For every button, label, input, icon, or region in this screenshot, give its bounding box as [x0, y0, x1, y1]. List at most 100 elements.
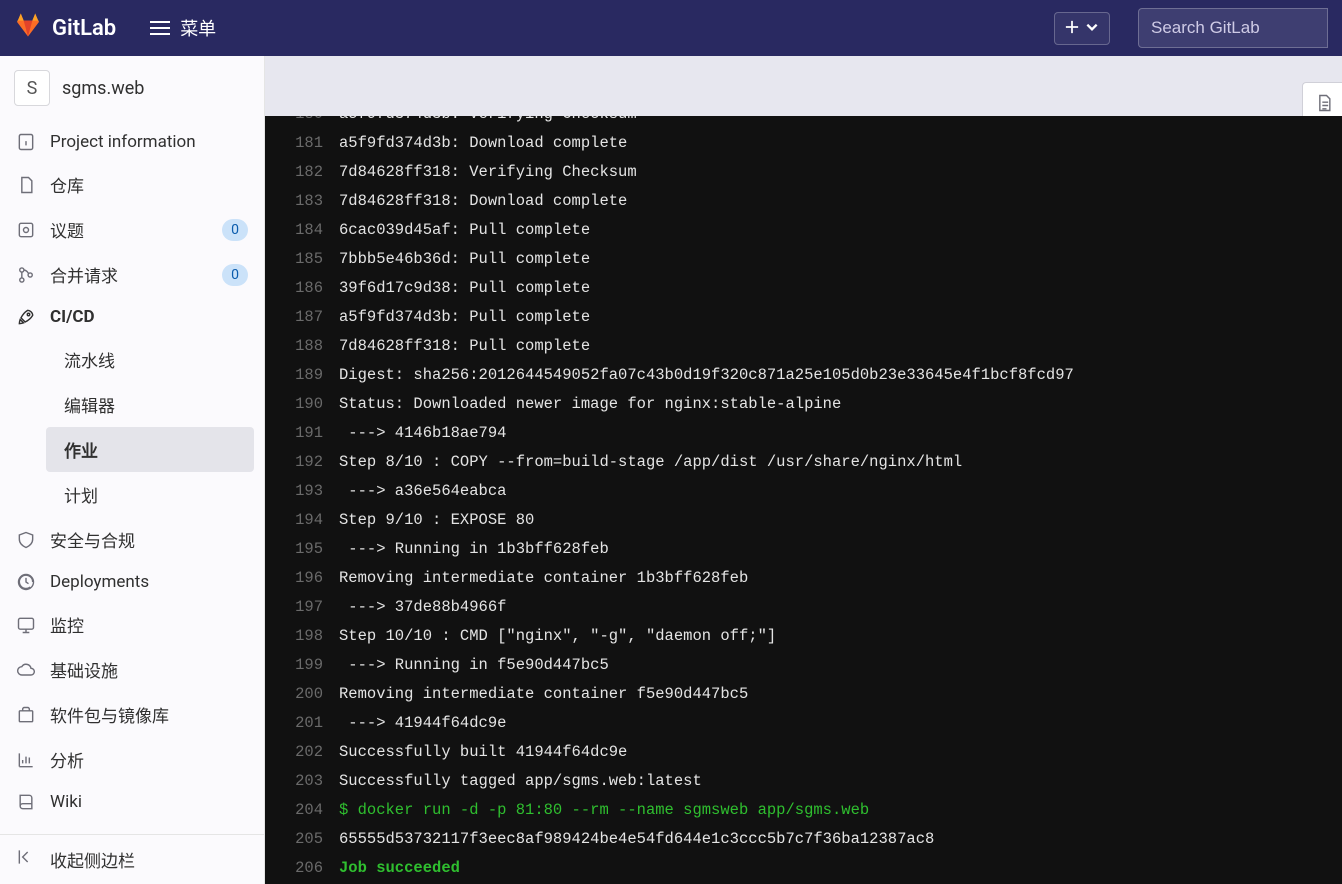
- sidebar-item-snippets[interactable]: 代码片段: [0, 822, 264, 834]
- line-text: Status: Downloaded newer image for nginx…: [339, 390, 1326, 419]
- line-text: ---> 37de88b4966f: [339, 593, 1326, 622]
- sidebar: S sgms.web Project information仓库议题0合并请求0…: [0, 56, 265, 884]
- line-number: 205: [281, 825, 339, 854]
- log-line: 193 ---> a36e564eabca: [281, 477, 1326, 506]
- line-number: 188: [281, 332, 339, 361]
- sidebar-item-label: 基础设施: [50, 657, 118, 682]
- chart-icon: [16, 750, 36, 770]
- line-text: a5f9fd374d3b: Pull complete: [339, 303, 1326, 332]
- line-number: 200: [281, 680, 339, 709]
- line-number: 182: [281, 158, 339, 187]
- log-line: 180a5f9fd374d3b: Verifying Checksum: [281, 116, 1326, 129]
- line-number: 196: [281, 564, 339, 593]
- log-line: 202Successfully built 41944f64dc9e: [281, 738, 1326, 767]
- line-text: Step 10/10 : CMD ["nginx", "-g", "daemon…: [339, 622, 1326, 651]
- sidebar-subitem-editor[interactable]: 编辑器: [50, 382, 264, 427]
- line-text: Removing intermediate container f5e90d44…: [339, 680, 1326, 709]
- merge-icon: [16, 265, 36, 285]
- collapse-sidebar-button[interactable]: 收起侧边栏: [0, 834, 264, 884]
- log-line: 195 ---> Running in 1b3bff628feb: [281, 535, 1326, 564]
- sidebar-nav: Project information仓库议题0合并请求0CI/CD流水线编辑器…: [0, 122, 264, 834]
- top-nav: GitLab 菜单: [0, 0, 1342, 56]
- sidebar-item-issues[interactable]: 议题0: [0, 207, 264, 252]
- log-line: 199 ---> Running in f5e90d447bc5: [281, 651, 1326, 680]
- log-line: 197 ---> 37de88b4966f: [281, 593, 1326, 622]
- plus-icon: [1065, 19, 1079, 38]
- project-name: sgms.web: [62, 78, 144, 99]
- sidebar-scroll[interactable]: S sgms.web Project information仓库议题0合并请求0…: [0, 56, 264, 834]
- line-number: 199: [281, 651, 339, 680]
- sidebar-item-monitor[interactable]: 监控: [0, 602, 264, 647]
- collapse-icon: [16, 847, 36, 872]
- sidebar-item-wiki[interactable]: Wiki: [0, 782, 264, 822]
- job-log[interactable]: 180a5f9fd374d3b: Verifying Checksum181a5…: [265, 116, 1342, 884]
- sidebar-subitem-jobs[interactable]: 作业: [46, 427, 254, 472]
- log-line: 189Digest: sha256:2012644549052fa07c43b0…: [281, 361, 1326, 390]
- sidebar-item-proj-info[interactable]: Project information: [0, 122, 264, 162]
- line-number: 206: [281, 854, 339, 883]
- main-panel: 180a5f9fd374d3b: Verifying Checksum181a5…: [265, 56, 1342, 884]
- line-text: Job succeeded: [339, 854, 1326, 883]
- sidebar-item-security[interactable]: 安全与合规: [0, 517, 264, 562]
- line-number: 202: [281, 738, 339, 767]
- line-text: 7d84628ff318: Verifying Checksum: [339, 158, 1326, 187]
- file-icon: [16, 175, 36, 195]
- line-text: ---> 4146b18ae794: [339, 419, 1326, 448]
- package-icon: [16, 705, 36, 725]
- line-text: ---> a36e564eabca: [339, 477, 1326, 506]
- line-number: 184: [281, 216, 339, 245]
- line-number: 180: [281, 116, 339, 129]
- log-line: 190Status: Downloaded newer image for ng…: [281, 390, 1326, 419]
- new-button[interactable]: [1054, 12, 1110, 45]
- book-icon: [16, 792, 36, 812]
- line-text: Digest: sha256:2012644549052fa07c43b0d19…: [339, 361, 1326, 390]
- sidebar-item-packages[interactable]: 软件包与镜像库: [0, 692, 264, 737]
- line-number: 194: [281, 506, 339, 535]
- line-number: 197: [281, 593, 339, 622]
- log-line: 201 ---> 41944f64dc9e: [281, 709, 1326, 738]
- sidebar-subitem-pipelines[interactable]: 流水线: [50, 337, 264, 382]
- brand-text: GitLab: [52, 16, 116, 41]
- issues-icon: [16, 220, 36, 240]
- line-text: 65555d53732117f3eec8af989424be4e54fd644e…: [339, 825, 1326, 854]
- sidebar-subitem-schedules[interactable]: 计划: [50, 472, 264, 517]
- log-line: 194Step 9/10 : EXPOSE 80: [281, 506, 1326, 535]
- line-number: 201: [281, 709, 339, 738]
- chevron-down-icon: [1085, 19, 1099, 38]
- sidebar-item-deployments[interactable]: Deployments: [0, 562, 264, 602]
- line-text: Removing intermediate container 1b3bff62…: [339, 564, 1326, 593]
- line-text: Step 9/10 : EXPOSE 80: [339, 506, 1326, 535]
- project-avatar: S: [14, 70, 50, 106]
- brand[interactable]: GitLab: [14, 12, 116, 44]
- log-line: 196Removing intermediate container 1b3bf…: [281, 564, 1326, 593]
- line-number: 193: [281, 477, 339, 506]
- line-number: 189: [281, 361, 339, 390]
- line-text: a5f9fd374d3b: Verifying Checksum: [339, 116, 1326, 129]
- gitlab-logo-icon: [14, 12, 42, 44]
- line-number: 198: [281, 622, 339, 651]
- cloud-icon: [16, 660, 36, 680]
- sidebar-item-label: 监控: [50, 612, 84, 637]
- sidebar-item-cicd[interactable]: CI/CD: [0, 297, 264, 337]
- sidebar-item-infra[interactable]: 基础设施: [0, 647, 264, 692]
- search-box[interactable]: [1138, 8, 1328, 48]
- log-line: 203Successfully tagged app/sgms.web:late…: [281, 767, 1326, 796]
- search-input[interactable]: [1151, 18, 1315, 38]
- line-text: 39f6d17c9d38: Pull complete: [339, 274, 1326, 303]
- log-line: 1857bbb5e46b36d: Pull complete: [281, 245, 1326, 274]
- log-line: 1887d84628ff318: Pull complete: [281, 332, 1326, 361]
- count-badge: 0: [222, 264, 248, 286]
- menu-button[interactable]: 菜单: [150, 15, 216, 41]
- line-number: 185: [281, 245, 339, 274]
- line-text: Step 8/10 : COPY --from=build-stage /app…: [339, 448, 1326, 477]
- sidebar-item-merge[interactable]: 合并请求0: [0, 252, 264, 297]
- sidebar-item-repo[interactable]: 仓库: [0, 162, 264, 207]
- count-badge: 0: [222, 219, 248, 241]
- line-number: 190: [281, 390, 339, 419]
- line-text: Successfully built 41944f64dc9e: [339, 738, 1326, 767]
- project-header[interactable]: S sgms.web: [0, 56, 264, 122]
- line-number: 181: [281, 129, 339, 158]
- sidebar-item-analytics[interactable]: 分析: [0, 737, 264, 782]
- line-text: 6cac039d45af: Pull complete: [339, 216, 1326, 245]
- line-text: Successfully tagged app/sgms.web:latest: [339, 767, 1326, 796]
